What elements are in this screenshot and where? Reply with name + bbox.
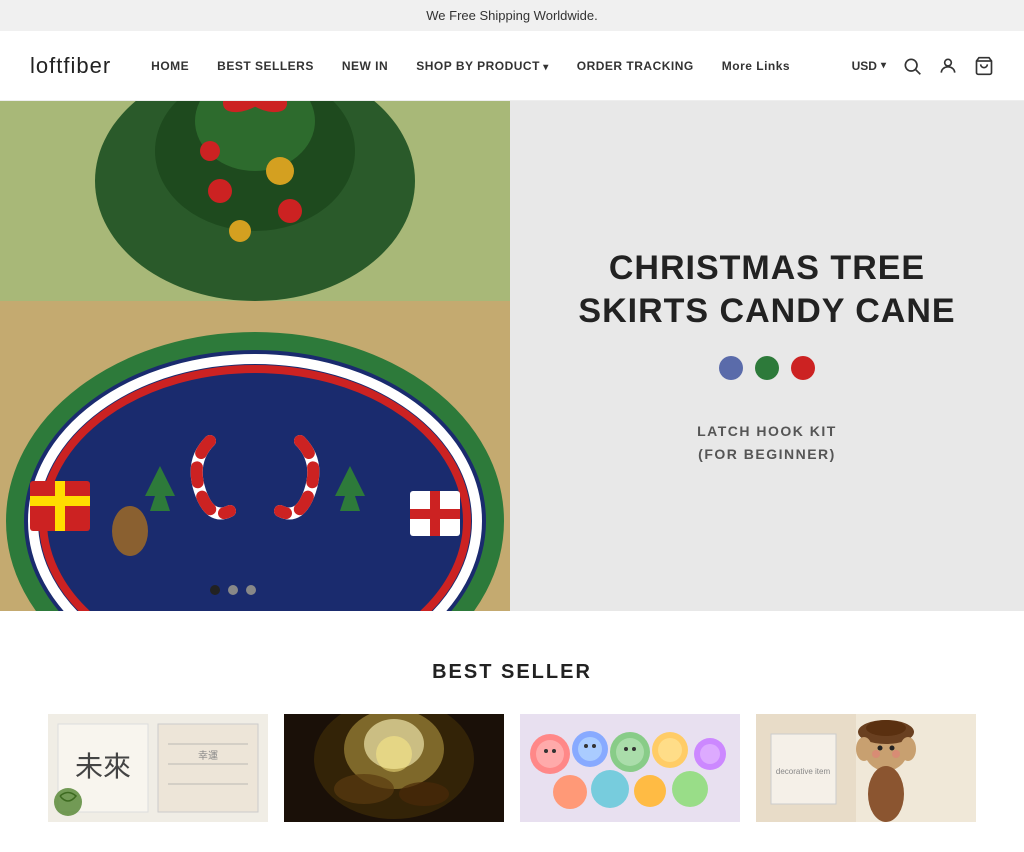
- logo[interactable]: loftfiber: [30, 53, 111, 79]
- best-seller-title: BEST SELLER: [30, 661, 994, 684]
- color-dot-green[interactable]: [755, 356, 779, 380]
- banner-text: We Free Shipping Worldwide.: [426, 8, 598, 23]
- slider-dot-3[interactable]: [246, 585, 256, 595]
- product-card-2[interactable]: [284, 714, 504, 822]
- best-seller-section: BEST SELLER 未來 幸運: [0, 611, 1024, 852]
- top-banner: We Free Shipping Worldwide.: [0, 0, 1024, 31]
- header-icons: USD: [852, 56, 994, 76]
- nav-home[interactable]: HOME: [151, 59, 189, 73]
- nav-shop-by-product[interactable]: SHOP BY PRODUCT: [416, 59, 549, 73]
- hero-section: CHRISTMAS TREE SKIRTS CANDY CANE LATCH H…: [0, 101, 1024, 611]
- color-options: [719, 356, 815, 380]
- slider-dot-1[interactable]: [210, 585, 220, 595]
- svg-text:decorative item: decorative item: [776, 767, 831, 776]
- nav-new-in[interactable]: NEW IN: [342, 59, 388, 73]
- product-card-4[interactable]: decorative item: [756, 714, 976, 822]
- svg-text:幸運: 幸運: [198, 750, 218, 762]
- hero-title: CHRISTMAS TREE SKIRTS CANDY CANE: [550, 247, 984, 332]
- nav-order-tracking[interactable]: ORDER TRACKING: [577, 59, 694, 73]
- slider-dot-2[interactable]: [228, 585, 238, 595]
- product-grid: 未來 幸運: [30, 714, 994, 822]
- hero-image: [0, 101, 510, 611]
- header: loftfiber HOME BEST SELLERS NEW IN SHOP …: [0, 31, 1024, 101]
- product-card-3[interactable]: [520, 714, 740, 822]
- search-button[interactable]: [902, 56, 922, 76]
- nav-more-links[interactable]: More Links: [722, 59, 790, 73]
- hero-subtitle-line1: LATCH HOOK KIT: [697, 423, 837, 439]
- product-card-1[interactable]: 未來 幸運: [48, 714, 268, 822]
- hero-subtitle-line2: (FOR BEGINNER): [698, 446, 836, 462]
- slider-dots: [210, 585, 256, 595]
- nav-best-sellers[interactable]: BEST SELLERS: [217, 59, 314, 73]
- svg-text:未來: 未來: [75, 751, 131, 783]
- hero-subtitle: LATCH HOOK KIT (FOR BEGINNER): [697, 420, 837, 465]
- hero-content: CHRISTMAS TREE SKIRTS CANDY CANE LATCH H…: [510, 101, 1024, 611]
- cart-button[interactable]: [974, 56, 994, 76]
- currency-selector[interactable]: USD: [852, 59, 886, 73]
- color-dot-blue[interactable]: [719, 356, 743, 380]
- account-button[interactable]: [938, 56, 958, 76]
- color-dot-red[interactable]: [791, 356, 815, 380]
- main-nav: HOME BEST SELLERS NEW IN SHOP BY PRODUCT…: [151, 59, 851, 73]
